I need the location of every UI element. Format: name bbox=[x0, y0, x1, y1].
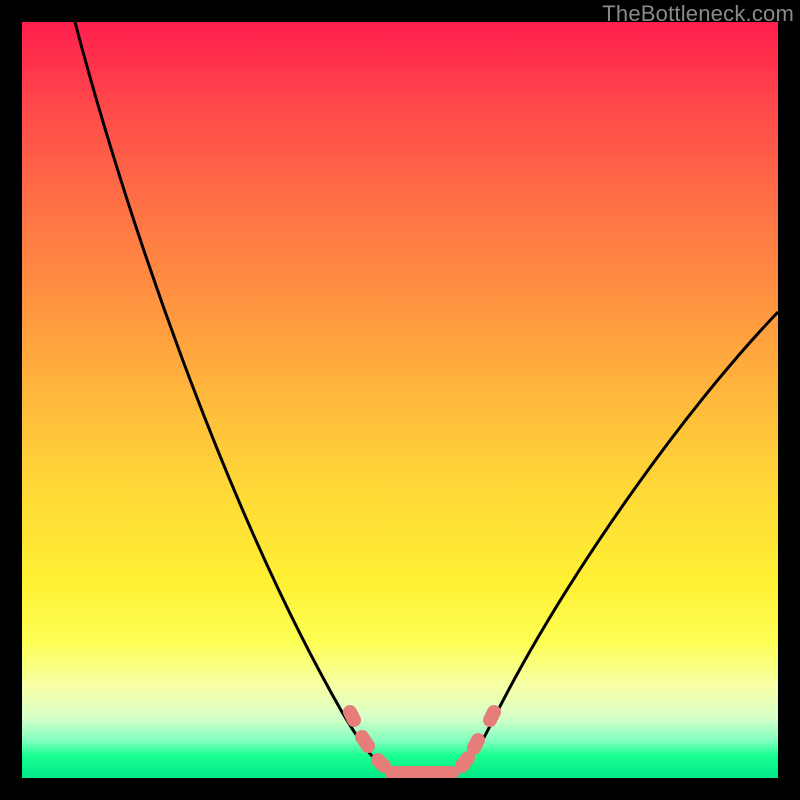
marker-group bbox=[350, 712, 494, 773]
bottleneck-curve bbox=[75, 22, 778, 776]
chart-frame: TheBottleneck.com bbox=[0, 0, 800, 800]
watermark-text: TheBottleneck.com bbox=[602, 1, 794, 27]
marker-dot bbox=[474, 740, 478, 748]
marker-dot bbox=[490, 712, 494, 720]
chart-svg bbox=[22, 22, 778, 778]
marker-dot bbox=[462, 758, 468, 766]
marker-dot bbox=[378, 760, 384, 766]
marker-dot bbox=[362, 737, 368, 746]
marker-dot bbox=[350, 712, 354, 720]
